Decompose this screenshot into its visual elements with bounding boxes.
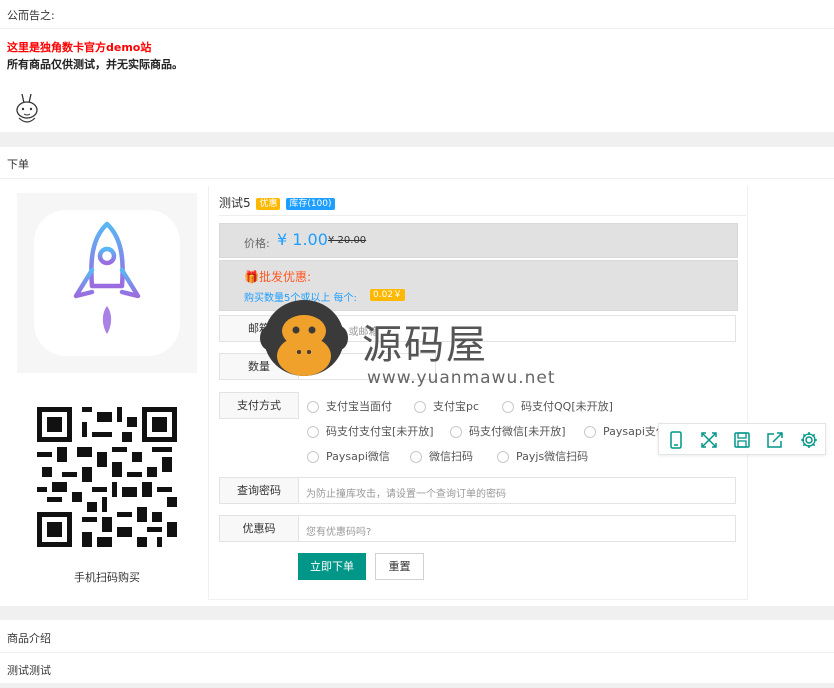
price-panel: 价格: ¥ 1.00 ¥ 20.00 [219,223,738,258]
payment-option[interactable]: 码支付QQ[未开放] [502,398,613,414]
notice-line-2: 所有商品仅供测试，并无实际商品。 [7,58,183,71]
wholesale-title-row: 🎁批发优惠: [244,268,311,285]
mobile-icon[interactable] [665,429,687,451]
query-password-label: 查询密码 [219,477,299,504]
price-value: ¥ 1.00 [277,230,328,249]
notice-line-1: 这里是独角数卡官方demo站 [7,41,152,54]
wholesale-price: 0.02￥ [370,289,406,301]
payment-label: 支付方式 [219,392,299,419]
qr-caption: 手机扫码购买 [74,571,140,584]
product-title-row: 测试5 优惠 库存(100) [219,194,335,211]
watermark-url: www.yuanmawu.net [367,368,556,388]
query-password-field[interactable]: 为防止撞库攻击，请设置一个查询订单的密码 [298,477,736,504]
rocket-icon [34,210,180,356]
floating-toolbar [658,423,826,455]
watermark-brand: 源码屋 [362,322,488,368]
save-icon[interactable] [731,429,753,451]
price-original: ¥ 20.00 [328,235,367,246]
coupon-field[interactable]: 您有优惠码吗? [298,515,736,542]
payment-option[interactable]: 支付宝当面付 [307,398,392,414]
fullscreen-icon[interactable] [698,429,720,451]
qr-card: 手机扫码购买 [17,390,197,590]
payment-option[interactable]: 码支付微信[未开放] [450,423,566,439]
stock-badge: 库存(100) [286,197,335,210]
payment-option[interactable]: 支付宝pc [414,398,479,414]
payment-option[interactable]: Payjs微信扫码 [497,448,588,464]
gear-icon[interactable] [798,429,820,451]
product-name: 测试5 [219,196,251,210]
price-label: 价格: [244,237,270,250]
reset-button[interactable]: 重置 [375,553,424,580]
payment-option[interactable]: Paysapi支付 [584,423,667,439]
intro-text: 测试测试 [7,664,51,677]
query-password-placeholder: 为防止撞库攻击，请设置一个查询订单的密码 [306,489,506,500]
coupon-placeholder: 您有优惠码吗? [306,527,372,538]
payment-option[interactable]: Paysapi微信 [307,448,390,464]
payment-option[interactable]: 微信扫码 [410,448,473,464]
discount-badge: 优惠 [256,197,281,210]
coupon-label: 优惠码 [219,515,299,542]
monkey-logo-icon [259,296,349,386]
share-icon[interactable] [764,429,786,451]
mascot-sticker-icon [12,91,42,127]
order-section-title: 下单 [7,158,29,171]
notice-title: 公而告之: [7,9,55,22]
submit-order-button[interactable]: 立即下单 [298,553,366,580]
qr-code-image [37,407,177,550]
product-image [17,193,197,373]
gift-icon: 🎁 [244,270,259,284]
wholesale-title: 批发优惠: [258,270,311,284]
intro-section-title: 商品介绍 [7,632,51,645]
payment-option[interactable]: 码支付支付宝[未开放] [307,423,434,439]
